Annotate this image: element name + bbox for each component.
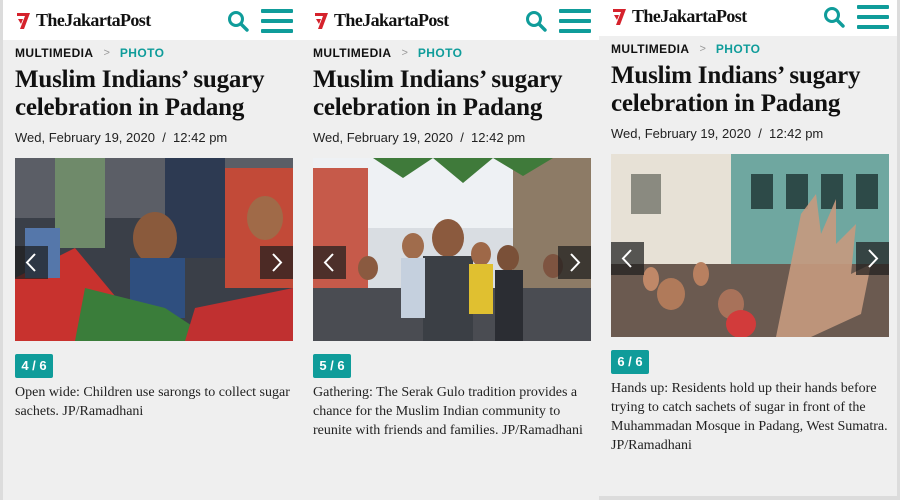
gallery-photo [313, 158, 591, 341]
breadcrumb-category-link[interactable]: PHOTO [120, 46, 164, 60]
hamburger-menu-icon [559, 29, 591, 33]
photo-counter-badge: 6 / 6 [611, 350, 649, 374]
chevron-right-icon [868, 249, 879, 268]
search-button[interactable] [227, 10, 249, 32]
search-icon [526, 11, 547, 32]
site-header: TheJakartaPost [599, 0, 897, 36]
article-date: Wed, February 19, 2020 / 12:42 pm [611, 126, 823, 141]
article-panel-3: TheJakartaPost MULTIMEDIA > PHOTO Muslim… [599, 0, 897, 496]
site-logo[interactable]: TheJakartaPost [611, 5, 747, 27]
article-date: Wed, February 19, 2020 / 12:42 pm [313, 130, 525, 145]
breadcrumb-category-link[interactable]: PHOTO [418, 46, 462, 60]
photo-gathering-crowd [313, 158, 591, 341]
article-time: 12:42 pm [769, 126, 824, 141]
article-date-text: Wed, February 19, 2020 [15, 130, 155, 145]
breadcrumb-section-link[interactable]: MULTIMEDIA [611, 42, 689, 56]
article-time: 12:42 pm [173, 130, 228, 145]
date-separator: / [758, 126, 762, 141]
site-logo-text: TheJakartaPost [36, 9, 151, 30]
gallery-photo [611, 154, 889, 337]
menu-button[interactable] [857, 5, 889, 29]
photo-counter-badge: 5 / 6 [313, 354, 351, 378]
hamburger-menu-icon [857, 15, 889, 19]
breadcrumb-separator: > [103, 47, 110, 59]
hamburger-menu-icon [559, 9, 591, 13]
article-panel-1: TheJakartaPost MULTIMEDIA > PHOTO Muslim… [3, 0, 301, 500]
breadcrumb-separator: > [699, 43, 706, 55]
jakarta-post-logo-icon [611, 6, 631, 26]
article-date-text: Wed, February 19, 2020 [313, 130, 453, 145]
chevron-left-icon [621, 249, 632, 268]
next-photo-button[interactable] [856, 242, 889, 275]
date-separator: / [460, 130, 464, 145]
chevron-left-icon [25, 253, 36, 272]
hamburger-menu-icon [261, 19, 293, 23]
site-logo[interactable]: TheJakartaPost [313, 9, 449, 31]
hamburger-menu-icon [559, 19, 591, 23]
previous-photo-button[interactable] [611, 242, 644, 275]
site-header: TheJakartaPost [301, 0, 599, 40]
site-logo[interactable]: TheJakartaPost [15, 9, 151, 31]
article-title: Muslim Indians’ sugary celebration in Pa… [611, 62, 861, 117]
next-photo-button[interactable] [558, 246, 591, 279]
search-button[interactable] [823, 6, 845, 28]
previous-photo-button[interactable] [15, 246, 48, 279]
photo-caption: Open wide: Children use sarongs to colle… [15, 385, 290, 419]
article-date: Wed, February 19, 2020 / 12:42 pm [15, 130, 227, 145]
site-header: TheJakartaPost [3, 0, 301, 40]
photo-counter-badge: 4 / 6 [15, 354, 53, 378]
photo-caption: Gathering: The Serak Gulo tradition prov… [313, 385, 583, 438]
breadcrumb-section-link[interactable]: MULTIMEDIA [313, 46, 391, 60]
article-time: 12:42 pm [471, 130, 526, 145]
date-separator: / [162, 130, 166, 145]
breadcrumb-category-link[interactable]: PHOTO [716, 42, 760, 56]
photo-hands-up-mosque [611, 154, 889, 337]
next-photo-button[interactable] [260, 246, 293, 279]
chevron-left-icon [323, 253, 334, 272]
breadcrumb-section-link[interactable]: MULTIMEDIA [15, 46, 93, 60]
article-date-text: Wed, February 19, 2020 [611, 126, 751, 141]
article-panel-2: TheJakartaPost MULTIMEDIA > PHOTO Muslim… [301, 0, 599, 500]
site-logo-text: TheJakartaPost [334, 9, 449, 30]
photo-caption: Hands up: Residents hold up their hands … [611, 381, 888, 453]
chevron-right-icon [272, 253, 283, 272]
site-logo-text: TheJakartaPost [632, 5, 747, 26]
breadcrumb: MULTIMEDIA > PHOTO [611, 42, 760, 56]
breadcrumb: MULTIMEDIA > PHOTO [15, 46, 164, 60]
breadcrumb-separator: > [401, 47, 408, 59]
chevron-right-icon [570, 253, 581, 272]
previous-photo-button[interactable] [313, 246, 346, 279]
article-title: Muslim Indians’ sugary celebration in Pa… [313, 66, 563, 121]
menu-button[interactable] [559, 9, 591, 33]
breadcrumb: MULTIMEDIA > PHOTO [313, 46, 462, 60]
menu-button[interactable] [261, 9, 293, 33]
hamburger-menu-icon [857, 5, 889, 9]
photo-children-sarongs [15, 158, 293, 341]
gallery-photo [15, 158, 293, 341]
article-title: Muslim Indians’ sugary celebration in Pa… [15, 66, 265, 121]
search-icon [824, 7, 845, 28]
search-button[interactable] [525, 10, 547, 32]
jakarta-post-logo-icon [313, 10, 333, 30]
hamburger-menu-icon [261, 29, 293, 33]
hamburger-menu-icon [857, 25, 889, 29]
jakarta-post-logo-icon [15, 10, 35, 30]
hamburger-menu-icon [261, 9, 293, 13]
search-icon [228, 11, 249, 32]
